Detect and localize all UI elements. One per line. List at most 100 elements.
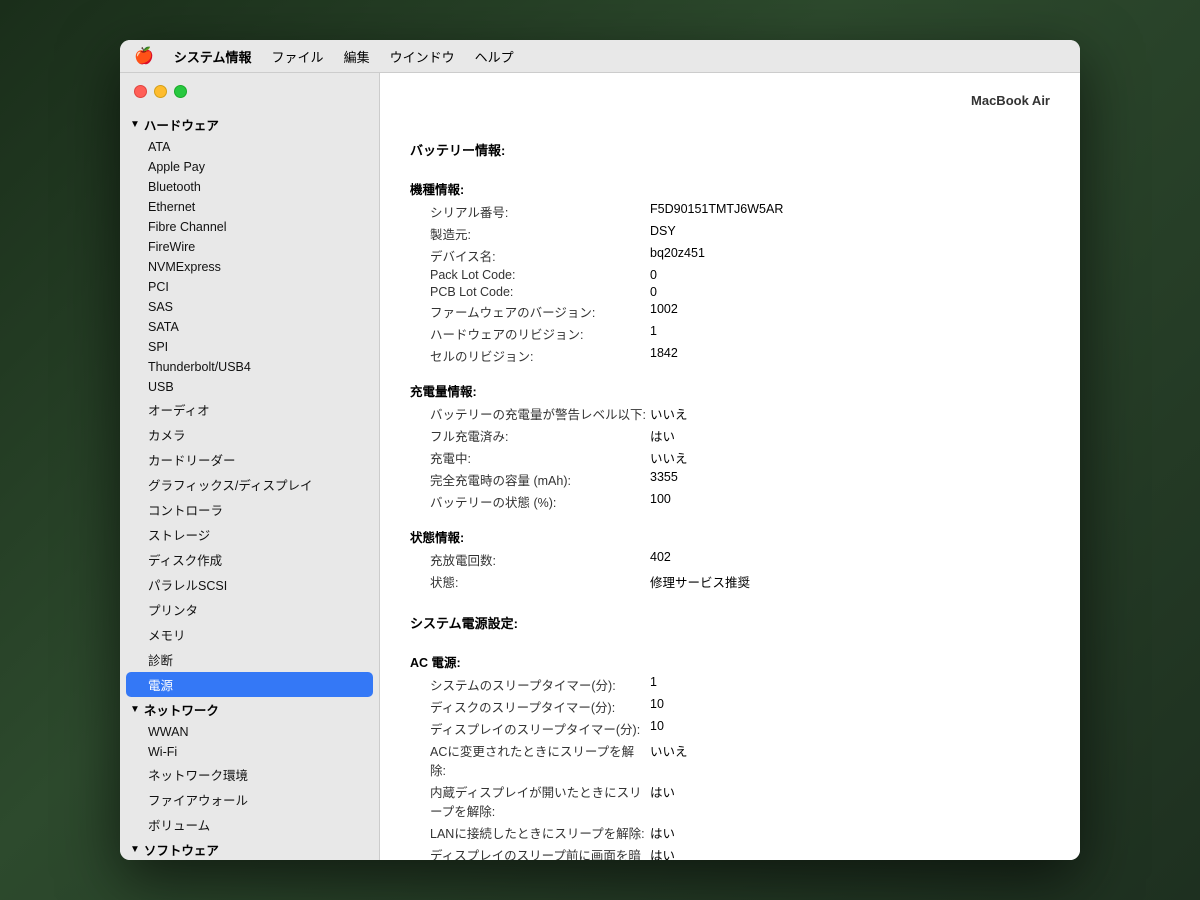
sidebar-item-audio[interactable]: オーディオ <box>120 397 379 422</box>
chevron-down-icon-network: ▼ <box>130 704 140 715</box>
sidebar-item-storage[interactable]: ストレージ <box>120 522 379 547</box>
menu-file[interactable]: ファイル <box>272 47 324 66</box>
sidebar-item-camera[interactable]: カメラ <box>120 422 379 447</box>
sidebar-item-disk-creation[interactable]: ディスク作成 <box>120 547 379 572</box>
machine-info-table: シリアル番号: F5D90151TMTJ6W5AR 製造元: DSY デバイス名… <box>430 202 1050 365</box>
disk-sleep-label: ディスクのスリープタイマー(分): <box>430 697 650 716</box>
system-info-window: 🍎 システム情報 ファイル 編集 ウインドウ ヘルプ ▼ ハードウェア ATA … <box>120 40 1080 860</box>
battery-section-title: バッテリー情報: <box>410 140 1050 159</box>
pack-lot-value: 0 <box>650 268 1050 282</box>
hardware-section-header[interactable]: ▼ ハードウェア <box>120 112 379 137</box>
network-section-header[interactable]: ▼ ネットワーク <box>120 697 379 722</box>
firmware-label: ファームウェアのバージョン: <box>430 302 650 321</box>
menu-edit[interactable]: 編集 <box>344 47 370 66</box>
serial-value: F5D90151TMTJ6W5AR <box>650 202 1050 221</box>
menu-system-info[interactable]: システム情報 <box>174 47 252 66</box>
lan-sleep-value: はい <box>650 823 1050 842</box>
sidebar-item-memory[interactable]: メモリ <box>120 622 379 647</box>
sidebar-item-wwan[interactable]: WWAN <box>120 722 379 742</box>
device-value: bq20z451 <box>650 246 1050 265</box>
sidebar-item-graphics[interactable]: グラフィックス/ディスプレイ <box>120 472 379 497</box>
sys-sleep-value: 1 <box>650 675 1050 694</box>
menu-window[interactable]: ウインドウ <box>390 47 455 66</box>
device-label: デバイス名: <box>430 246 650 265</box>
charge-info-table: バッテリーの充電量が警告レベル以下: いいえ フル充電済み: はい 充電中: い… <box>430 404 1050 511</box>
sidebar-item-sata[interactable]: SATA <box>120 317 379 337</box>
menu-bar: 🍎 システム情報 ファイル 編集 ウインドウ ヘルプ <box>120 40 1080 73</box>
sidebar-item-wifi[interactable]: Wi-Fi <box>120 742 379 762</box>
battery-health-value: 100 <box>650 492 1050 511</box>
sidebar-item-nvmexpress[interactable]: NVMExpress <box>120 257 379 277</box>
network-label: ネットワーク <box>144 700 219 719</box>
sidebar-item-firewall[interactable]: ファイアウォール <box>120 787 379 812</box>
cell-rev-value: 1842 <box>650 346 1050 365</box>
warning-value: いいえ <box>650 404 1050 423</box>
cycle-value: 402 <box>650 550 1050 569</box>
sidebar-item-ata[interactable]: ATA <box>120 137 379 157</box>
hardware-rev-value: 1 <box>650 324 1050 343</box>
display-open-label: 内蔵ディスプレイが開いたときにスリープを解除: <box>430 782 650 820</box>
sidebar-item-thunderbolt[interactable]: Thunderbolt/USB4 <box>120 357 379 377</box>
ac-sleep-label: ACに変更されたときにスリープを解除: <box>430 741 650 779</box>
menu-help[interactable]: ヘルプ <box>475 47 514 66</box>
sidebar-item-bluetooth[interactable]: Bluetooth <box>120 177 379 197</box>
sidebar-item-diagnostics[interactable]: 診断 <box>120 647 379 672</box>
sidebar-item-usb[interactable]: USB <box>120 377 379 397</box>
manufacturer-label: 製造元: <box>430 224 650 243</box>
status-info-table: 充放電回数: 402 状態: 修理サービス推奨 <box>430 550 1050 591</box>
pcb-lot-value: 0 <box>650 285 1050 299</box>
cycle-label: 充放電回数: <box>430 550 650 569</box>
sidebar-item-card-reader[interactable]: カードリーダー <box>120 447 379 472</box>
cell-rev-label: セルのリビジョン: <box>430 346 650 365</box>
software-section-header[interactable]: ▼ ソフトウェア <box>120 837 379 860</box>
sidebar-item-volume[interactable]: ボリューム <box>120 812 379 837</box>
ac-sleep-value: いいえ <box>650 741 1050 779</box>
sidebar-item-fibre-channel[interactable]: Fibre Channel <box>120 217 379 237</box>
charging-label: 充電中: <box>430 448 650 467</box>
full-charge-label: フル充電済み: <box>430 426 650 445</box>
machine-info-title: 機種情報: <box>410 179 1050 198</box>
sidebar-item-printer[interactable]: プリンタ <box>120 597 379 622</box>
ac-power-table: システムのスリープタイマー(分): 1 ディスクのスリープタイマー(分): 10… <box>430 675 1050 860</box>
ac-power-title: AC 電源: <box>410 652 1050 671</box>
serial-label: シリアル番号: <box>430 202 650 221</box>
display-open-value: はい <box>650 782 1050 820</box>
minimize-button[interactable] <box>154 85 167 98</box>
dark-display-label: ディスプレイのスリープ前に画面を暗くする: <box>430 845 650 860</box>
dark-display-value: はい <box>650 845 1050 860</box>
manufacturer-value: DSY <box>650 224 1050 243</box>
sidebar-content: ▼ ハードウェア ATA Apple Pay Bluetooth Etherne… <box>120 108 379 860</box>
close-button[interactable] <box>134 85 147 98</box>
sidebar-item-power[interactable]: 電源 <box>126 672 373 697</box>
lan-sleep-label: LANに接続したときにスリープを解除: <box>430 823 650 842</box>
sidebar-item-ethernet[interactable]: Ethernet <box>120 197 379 217</box>
full-charge-value: はい <box>650 426 1050 445</box>
display-sleep-label: ディスプレイのスリープタイマー(分): <box>430 719 650 738</box>
hardware-rev-label: ハードウェアのリビジョン: <box>430 324 650 343</box>
chevron-down-icon: ▼ <box>130 119 140 130</box>
full-cap-label: 完全充電時の容量 (mAh): <box>430 470 650 489</box>
sidebar-item-spi[interactable]: SPI <box>120 337 379 357</box>
full-cap-value: 3355 <box>650 470 1050 489</box>
main-content: MacBook Air バッテリー情報: 機種情報: シリアル番号: F5D90… <box>380 73 1080 860</box>
window-title: MacBook Air <box>410 93 1050 108</box>
charging-value: いいえ <box>650 448 1050 467</box>
pack-lot-label: Pack Lot Code: <box>430 268 650 282</box>
sidebar: ▼ ハードウェア ATA Apple Pay Bluetooth Etherne… <box>120 73 380 860</box>
hardware-label: ハードウェア <box>144 115 219 134</box>
apple-menu[interactable]: 🍎 <box>134 46 154 66</box>
sidebar-item-network-env[interactable]: ネットワーク環境 <box>120 762 379 787</box>
sidebar-item-sas[interactable]: SAS <box>120 297 379 317</box>
sidebar-item-parallel-scsi[interactable]: パラレルSCSI <box>120 572 379 597</box>
traffic-lights <box>120 73 379 108</box>
zoom-button[interactable] <box>174 85 187 98</box>
sidebar-item-firewire[interactable]: FireWire <box>120 237 379 257</box>
battery-health-label: バッテリーの状態 (%): <box>430 492 650 511</box>
display-sleep-value: 10 <box>650 719 1050 738</box>
window-chrome: ▼ ハードウェア ATA Apple Pay Bluetooth Etherne… <box>120 73 1080 860</box>
condition-label: 状態: <box>430 572 650 591</box>
sidebar-item-apple-pay[interactable]: Apple Pay <box>120 157 379 177</box>
sidebar-item-controller[interactable]: コントローラ <box>120 497 379 522</box>
chevron-right-icon-software: ▼ <box>130 844 140 855</box>
sidebar-item-pci[interactable]: PCI <box>120 277 379 297</box>
